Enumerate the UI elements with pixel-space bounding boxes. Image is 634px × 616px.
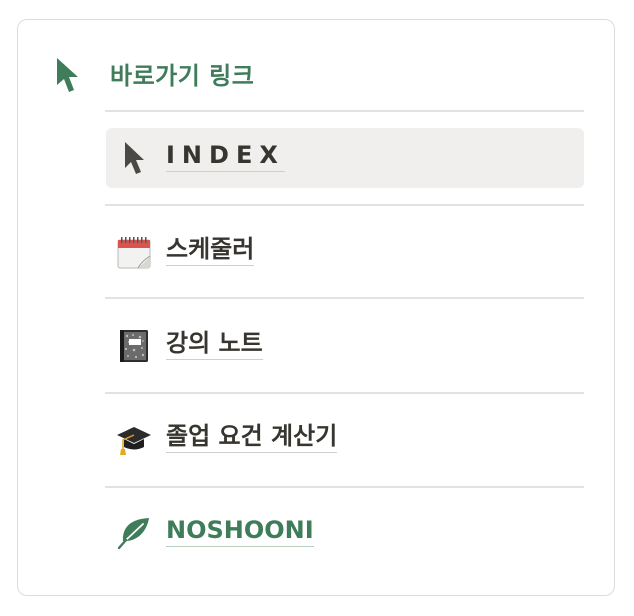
link-label: NOSHOONI xyxy=(166,516,314,547)
link-graduation-calculator[interactable]: 졸업 요건 계산기 xyxy=(106,409,584,469)
leaf-icon xyxy=(117,518,149,550)
notebook-icon xyxy=(120,330,148,362)
divider xyxy=(105,204,584,206)
link-scheduler[interactable]: 스케줄러 xyxy=(106,222,584,282)
section-title: 바로가기 링크 xyxy=(110,62,255,90)
link-noshooni[interactable]: NOSHOONI xyxy=(106,503,584,563)
link-label: INDEX xyxy=(166,141,285,172)
cursor-arrow-icon xyxy=(125,142,144,174)
link-label: 졸업 요건 계산기 xyxy=(166,422,338,453)
divider xyxy=(105,110,584,112)
link-label: 스케줄러 xyxy=(166,235,255,266)
divider xyxy=(105,486,584,488)
link-label: 강의 노트 xyxy=(166,329,263,360)
divider xyxy=(105,392,584,394)
divider xyxy=(105,297,584,299)
link-index[interactable]: INDEX xyxy=(106,128,584,188)
cursor-arrow-icon xyxy=(57,58,78,92)
graduation-cap-icon xyxy=(117,427,151,455)
calendar-icon xyxy=(117,237,151,269)
link-lecture-notes[interactable]: 강의 노트 xyxy=(106,316,584,376)
